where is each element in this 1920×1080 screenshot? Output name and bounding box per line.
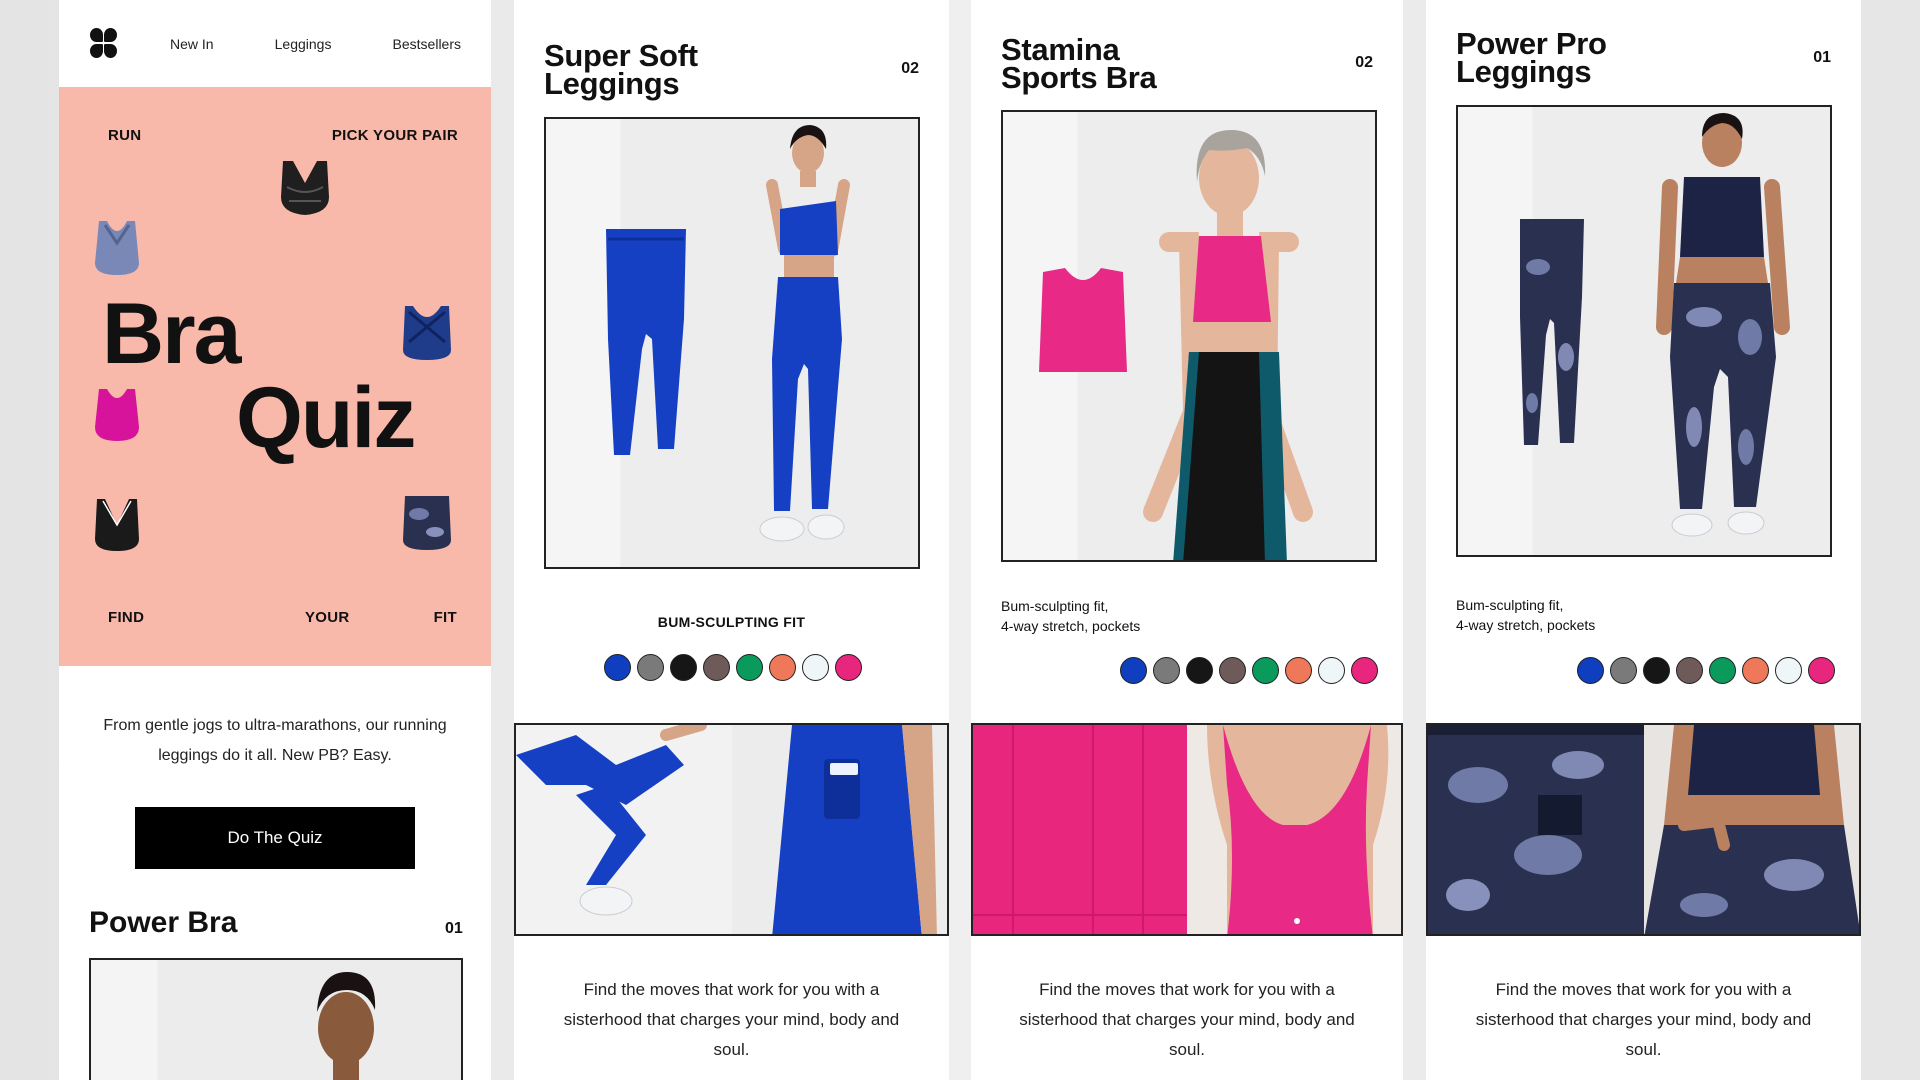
detail-photo-back-view — [1428, 725, 1644, 934]
color-swatches — [604, 654, 862, 681]
camo-leggings-product-photo — [1520, 113, 1790, 537]
color-swatch-3[interactable] — [1643, 657, 1670, 684]
email-panel-power-pro-leggings: Power Pro Leggings 01 Bum-sculpting fit, — [1426, 0, 1861, 1080]
product-image-frame[interactable] — [89, 958, 463, 1080]
do-the-quiz-button[interactable]: Do The Quiz — [135, 807, 415, 869]
product-feature-line-2: 4-way stretch, pockets — [1001, 618, 1141, 634]
color-swatches — [1120, 657, 1378, 684]
color-swatch-5[interactable] — [1252, 657, 1279, 684]
hero-label-your: YOUR — [305, 609, 350, 626]
color-swatch-1[interactable] — [1120, 657, 1147, 684]
color-swatch-2[interactable] — [1610, 657, 1637, 684]
product-feature: BUM-SCULPTING FIT — [657, 614, 806, 630]
detail-photo-running — [516, 725, 732, 934]
color-swatch-6[interactable] — [1285, 657, 1312, 684]
product-feature-line-2: 4-way stretch, pockets — [1456, 617, 1596, 633]
color-swatch-4[interactable] — [1219, 657, 1246, 684]
color-swatch-6[interactable] — [769, 654, 796, 681]
color-swatch-8[interactable] — [835, 654, 862, 681]
email-nav: New In Leggings Bestsellers — [168, 36, 461, 52]
nav-link-leggings[interactable]: Leggings — [275, 36, 332, 52]
detail-photo-waistband — [1643, 725, 1859, 934]
email-header: New In Leggings Bestsellers — [59, 0, 491, 87]
color-swatch-5[interactable] — [736, 654, 763, 681]
color-swatch-3[interactable] — [1186, 657, 1213, 684]
product-number: 01 — [1813, 49, 1831, 66]
color-swatch-7[interactable] — [1318, 657, 1345, 684]
color-swatch-1[interactable] — [1577, 657, 1604, 684]
product-title: Stamina Sports Bra — [1001, 34, 1157, 95]
brand-logo-icon[interactable] — [90, 27, 118, 60]
color-swatches — [1577, 657, 1835, 684]
product-feature-line-1: Bum-sculpting fit, — [1456, 597, 1564, 613]
color-swatch-1[interactable] — [604, 654, 631, 681]
product-feature-line-1: Bum-sculpting fit, — [1001, 598, 1109, 614]
color-swatch-4[interactable] — [1676, 657, 1703, 684]
product-image-frame[interactable] — [1456, 105, 1832, 557]
hero-label-pick-your-pair: PICK YOUR PAIR — [331, 127, 458, 144]
product-image-frame[interactable] — [544, 117, 920, 569]
sports-bra-product-photo — [1039, 130, 1313, 560]
product-number: 01 — [445, 920, 463, 937]
color-swatch-6[interactable] — [1742, 657, 1769, 684]
quiz-intro-copy: From gentle jogs to ultra-marathons, our… — [103, 717, 447, 764]
email-panel-super-soft-leggings: Super Soft Leggings 02 BUM-SCULPTING FIT — [514, 0, 949, 1080]
bra-thumbnail-black-lace — [281, 161, 329, 215]
color-swatch-7[interactable] — [1775, 657, 1802, 684]
hero-label-fit: FIT — [433, 609, 457, 626]
product-title: Power Pro Leggings — [1456, 28, 1607, 89]
product-features: Bum-sculpting fit, 4-way stretch, pocket… — [1456, 595, 1595, 635]
product-copy: Find the moves that work for you with a … — [563, 980, 900, 1059]
detail-image-strip[interactable] — [514, 723, 949, 936]
color-swatch-7[interactable] — [802, 654, 829, 681]
product-number: 02 — [901, 60, 919, 77]
product-title-line-2: Leggings — [1456, 54, 1592, 89]
leggings-product-photo — [606, 125, 850, 542]
hero-title-bra: Bra — [102, 286, 241, 382]
bra-thumbnail-black-strappy — [95, 499, 139, 551]
product-title: Super Soft Leggings — [544, 40, 698, 101]
product-features: Bum-sculpting fit, 4-way stretch, pocket… — [1001, 596, 1140, 636]
bra-thumbnail-dusty-blue — [95, 221, 139, 275]
product-title-line-2: Sports Bra — [1001, 60, 1157, 95]
email-panel-stamina-sports-bra: Stamina Sports Bra 02 Bum-sculpting fit,… — [971, 0, 1403, 1080]
detail-image-strip[interactable] — [971, 723, 1403, 936]
color-swatch-4[interactable] — [703, 654, 730, 681]
hero-title-quiz: Quiz — [236, 370, 416, 466]
bra-thumbnail-magenta — [95, 389, 139, 441]
color-swatch-5[interactable] — [1709, 657, 1736, 684]
detail-photo-racerback — [1187, 725, 1401, 934]
model-photo — [317, 972, 376, 1080]
hero-label-find: FIND — [108, 609, 145, 626]
product-copy: Find the moves that work for you with a … — [1475, 980, 1812, 1059]
bra-thumbnail-navy-camo — [403, 496, 451, 550]
color-swatch-2[interactable] — [1153, 657, 1180, 684]
bra-quiz-hero[interactable]: RUN PICK YOUR PAIR Bra Quiz FIND YOUR FI… — [59, 87, 491, 666]
detail-image-strip[interactable] — [1426, 723, 1861, 936]
product-number: 02 — [1355, 54, 1373, 71]
product-copy: Find the moves that work for you with a … — [1019, 980, 1355, 1059]
email-panel-quiz: New In Leggings Bestsellers RUN PICK YOU… — [59, 0, 491, 1080]
product-title-line-2: Leggings — [544, 66, 680, 101]
color-swatch-2[interactable] — [637, 654, 664, 681]
product-title: Power Bra — [89, 906, 238, 939]
detail-photo-pocket — [731, 725, 947, 934]
nav-link-new-in[interactable]: New In — [170, 36, 214, 52]
product-image-frame[interactable] — [1001, 110, 1377, 562]
color-swatch-8[interactable] — [1351, 657, 1378, 684]
detail-photo-fabric — [973, 725, 1187, 934]
bra-thumbnail-navy — [403, 306, 451, 360]
hero-label-run: RUN — [108, 127, 142, 144]
color-swatch-8[interactable] — [1808, 657, 1835, 684]
color-swatch-3[interactable] — [670, 654, 697, 681]
nav-link-bestsellers[interactable]: Bestsellers — [393, 36, 461, 52]
